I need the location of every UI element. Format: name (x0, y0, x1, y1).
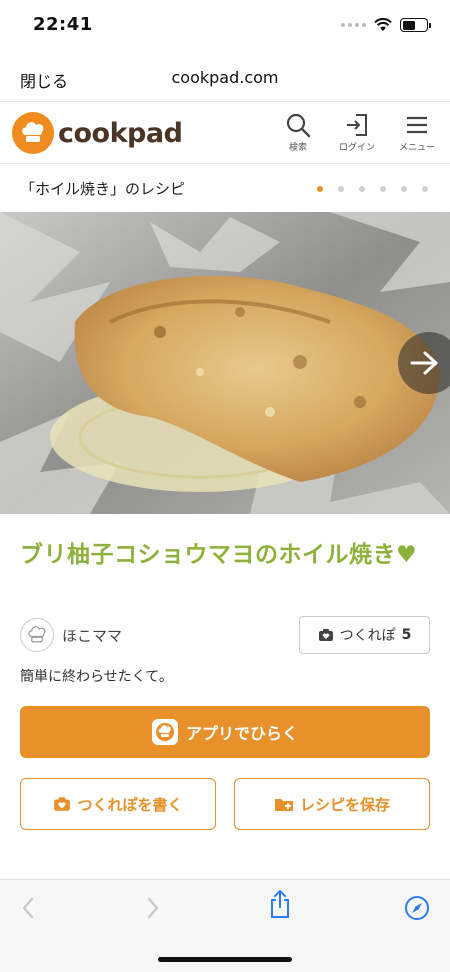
search-icon (286, 113, 311, 138)
save-recipe-button[interactable]: レシピを保存 (234, 778, 430, 830)
carousel-dots (317, 186, 428, 192)
recipe-photo[interactable] (0, 212, 450, 514)
tsukurepo-label: つくれぽ (339, 628, 396, 644)
browser-toolbar (0, 879, 450, 972)
recipe-carousel-header: 「ホイル焼き」のレシピ (0, 164, 450, 212)
cookpad-logo[interactable]: cookpad (12, 112, 183, 154)
forward-button[interactable] (139, 894, 167, 922)
chef-hat-logo-icon (12, 112, 54, 154)
battery-icon (400, 18, 431, 32)
cellular-signal-icon (341, 23, 366, 27)
open-in-app-label: アプリでひらく (185, 724, 298, 743)
open-in-safari-button[interactable] (403, 894, 431, 922)
folder-add-icon (274, 799, 293, 811)
chevron-left-icon (22, 897, 34, 919)
home-indicator (158, 957, 292, 962)
share-icon (271, 890, 289, 918)
save-recipe-label: レシピを保存 (299, 795, 390, 814)
carousel-title: 「ホイル焼き」のレシピ (20, 180, 186, 198)
header-login-button[interactable]: ログイン (334, 112, 380, 153)
recipe-description: 簡単に終わらせたくて。 (20, 669, 173, 685)
camera-heart-icon (318, 629, 333, 641)
logo-text: cookpad (58, 117, 183, 149)
write-tsukurepo-label: つくれぽを書く (77, 795, 183, 814)
login-label: ログイン (338, 143, 375, 153)
author-avatar (20, 618, 54, 652)
compass-icon (405, 896, 429, 920)
status-time: 22:41 (33, 14, 93, 35)
header-menu-button[interactable]: メニュー (394, 112, 440, 153)
menu-icon (407, 116, 427, 134)
carousel-dot[interactable] (359, 186, 365, 192)
tsukurepo-count: 5 (401, 627, 412, 643)
share-button[interactable] (266, 890, 294, 918)
write-tsukurepo-button[interactable]: つくれぽを書く (20, 778, 216, 830)
browser-bar: 閉じる cookpad.com (0, 54, 450, 102)
recipe-title: ブリ柚子コショウマヨのホイル焼き♥ (20, 542, 418, 568)
chevron-right-icon (147, 897, 159, 919)
wifi-icon (374, 18, 392, 31)
arrow-right-icon (410, 351, 438, 375)
status-icons (341, 18, 431, 32)
carousel-dot[interactable] (422, 186, 428, 192)
page-domain: cookpad.com (171, 68, 279, 87)
cookpad-app-icon (151, 719, 178, 745)
chef-hat-icon (28, 626, 46, 643)
carousel-dot[interactable] (317, 186, 323, 192)
carousel-dot[interactable] (380, 186, 386, 192)
open-in-app-button[interactable]: アプリでひらく (20, 706, 430, 758)
back-button[interactable] (14, 894, 42, 922)
login-icon (347, 114, 367, 136)
author-name: ほこママ (62, 626, 123, 645)
site-header: cookpad 検索 ログイン メニュー (0, 102, 450, 164)
carousel-dot[interactable] (401, 186, 407, 192)
carousel-dot[interactable] (338, 186, 344, 192)
search-label: 検索 (288, 143, 307, 153)
status-bar: 22:41 (0, 0, 450, 54)
header-search-button[interactable]: 検索 (280, 112, 316, 153)
tsukurepo-count-button[interactable]: つくれぽ 5 (299, 616, 430, 654)
camera-heart-icon (54, 797, 71, 811)
menu-label: メニュー (398, 143, 435, 153)
author-link[interactable]: ほこママ (20, 618, 122, 652)
